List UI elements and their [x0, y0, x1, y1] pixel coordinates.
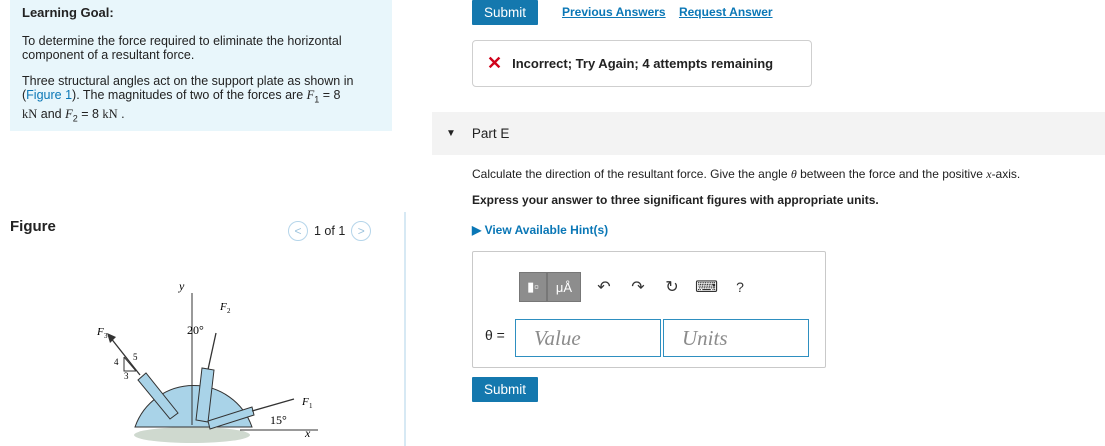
panel-divider: [404, 212, 406, 446]
view-hints-link[interactable]: ▶ View Available Hint(s): [472, 223, 608, 237]
f3-arrowhead: [107, 333, 116, 343]
incorrect-icon: ✕: [487, 53, 503, 73]
label-f1-sub: 1: [309, 402, 313, 410]
label-tri-4: 4: [114, 357, 119, 367]
units-input[interactable]: Units: [663, 319, 809, 357]
undo-icon[interactable]: ↶: [593, 277, 615, 297]
figure-pager: < 1 of 1 >: [288, 221, 372, 241]
f1-line: [251, 398, 295, 412]
previous-answers-link[interactable]: Previous Answers: [562, 5, 666, 19]
submit-answer-button[interactable]: Submit: [472, 377, 539, 402]
submit-top-button[interactable]: Submit: [472, 0, 539, 25]
learning-goal-heading: Learning Goal:: [22, 5, 114, 20]
reset-icon[interactable]: ↻: [661, 277, 683, 297]
request-answer-link[interactable]: Request Answer: [679, 5, 773, 19]
question-text: Calculate the direction of the resultant…: [472, 167, 1021, 181]
keyboard-icon[interactable]: ⌨: [695, 277, 718, 297]
problem-statement: Three structural angles act on the suppo…: [22, 74, 354, 123]
answer-box: ▮▫ μÅ ↶ ↷ ↻ ⌨ ? θ = Value Units: [472, 251, 826, 368]
label-f2: F: [219, 301, 227, 313]
next-figure-button[interactable]: >: [351, 221, 372, 241]
feedback-box: ✕ Incorrect; Try Again; 4 attempts remai…: [472, 40, 812, 87]
learning-goal-panel: Learning Goal: To determine the force re…: [10, 0, 392, 131]
figure-link[interactable]: Figure 1: [26, 88, 72, 102]
label-tri-5: 5: [133, 352, 138, 362]
figure-page-count: 1 of 1: [314, 224, 346, 238]
prev-figure-button[interactable]: <: [288, 221, 308, 241]
label-f1: F: [301, 396, 309, 408]
templates-icon[interactable]: ▮▫: [519, 272, 547, 302]
plate-shadow: [134, 427, 250, 443]
template-group: ▮▫ μÅ: [519, 272, 581, 302]
hint-triangle-icon: ▶: [472, 223, 485, 237]
label-angle-20: 20°: [187, 323, 204, 337]
label-y: y: [178, 279, 185, 293]
help-icon[interactable]: ?: [729, 279, 751, 295]
part-label: Part E: [471, 126, 510, 141]
feedback-text: Incorrect; Try Again; 4 attempts remaini…: [512, 56, 774, 71]
figure-title: Figure: [10, 218, 56, 235]
label-f3-sub: 3: [104, 332, 108, 340]
collapse-triangle-icon[interactable]: ▼: [446, 128, 456, 139]
theta-label: θ =: [485, 327, 505, 343]
redo-icon[interactable]: ↷: [627, 277, 649, 297]
learning-goal-text: To determine the force required to elimi…: [22, 34, 342, 62]
label-f3: F: [96, 326, 104, 338]
instruction-text: Express your answer to three significant…: [472, 193, 879, 207]
label-f2-sub: 2: [227, 307, 231, 315]
units-symbol-icon[interactable]: μÅ: [547, 272, 581, 302]
label-x: x: [304, 426, 311, 440]
answer-links: Previous Answers Request Answer: [562, 5, 783, 19]
force-diagram: y x F 2 F 1 F 3 20° 15° 4 3 5: [96, 279, 318, 443]
value-input[interactable]: Value: [515, 319, 661, 357]
label-tri-3: 3: [124, 371, 129, 381]
label-angle-15: 15°: [270, 413, 287, 427]
part-header[interactable]: ▼ Part E: [432, 112, 1105, 155]
math-toolbar: ▮▫ μÅ ↶ ↷ ↻ ⌨ ?: [519, 272, 751, 302]
